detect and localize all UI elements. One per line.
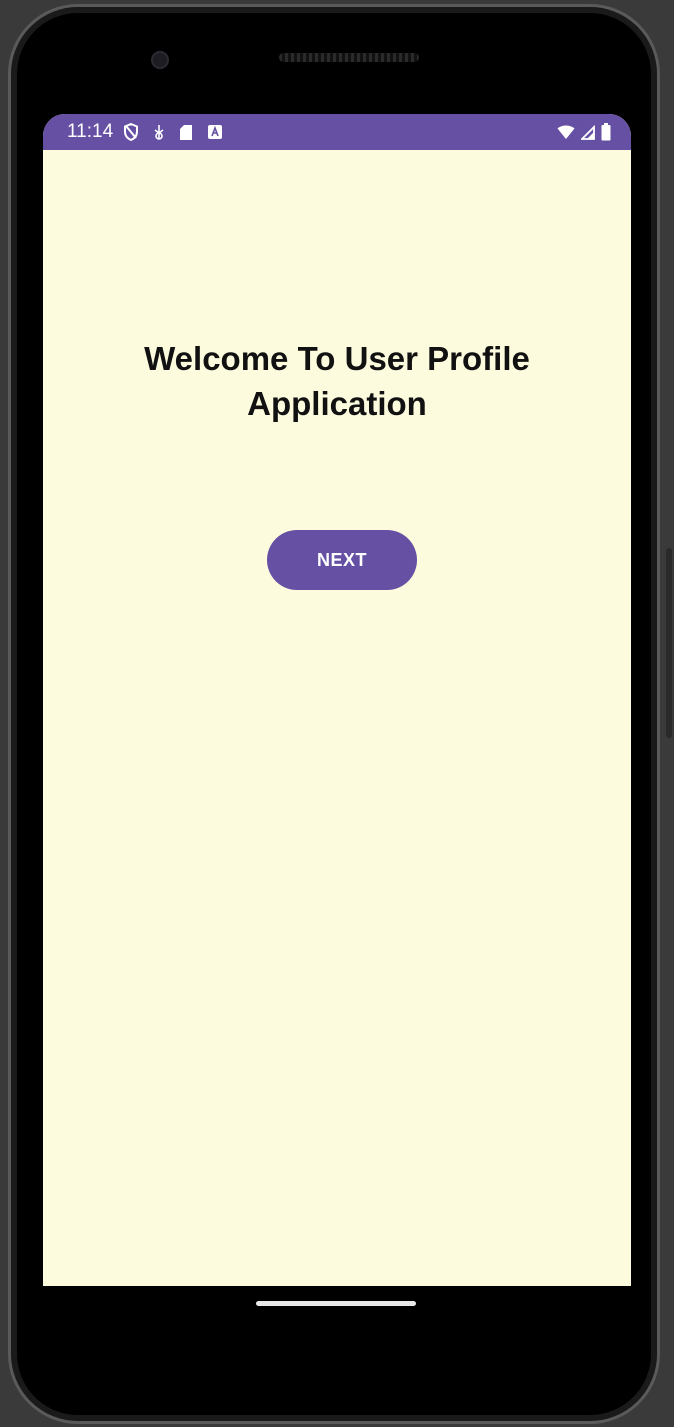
sd-card-icon [179,124,193,141]
welcome-title-line1: Welcome To User Profile [144,340,530,377]
next-button[interactable]: NEXT [267,530,417,590]
home-indicator[interactable] [256,1301,416,1306]
wifi-icon [557,125,575,140]
phone-side-button [666,548,672,738]
app-screen: 11:14 Welcome To User Profile Applicatio… [43,114,631,1286]
status-time: 11:14 [67,121,114,142]
status-icons-left [123,123,223,141]
status-bar: 11:14 [43,114,631,150]
front-camera [151,51,169,69]
welcome-title-line2: Application [247,385,427,422]
earpiece-speaker [279,53,419,62]
battery-icon [601,123,611,141]
cellular-signal-icon [581,124,595,140]
app-notification-icon [207,124,223,140]
privacy-shield-icon [123,123,139,141]
welcome-title: Welcome To User Profile Application [43,336,631,426]
usb-debug-icon [153,124,165,140]
status-icons-right [557,123,611,141]
